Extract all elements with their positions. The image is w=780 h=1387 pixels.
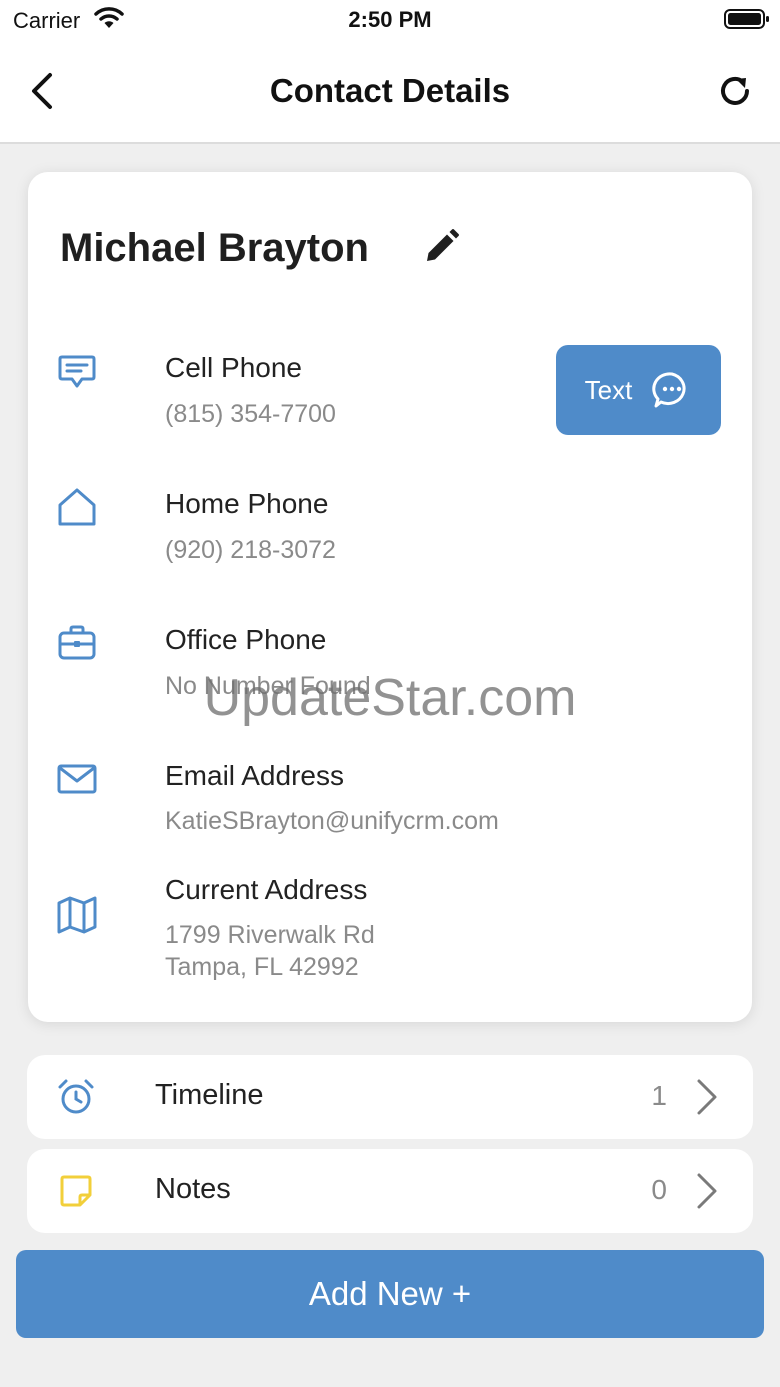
refresh-icon[interactable] — [716, 72, 754, 110]
timeline-row[interactable]: Timeline 1 — [27, 1055, 753, 1139]
home-icon — [58, 488, 96, 526]
sticky-note-icon — [60, 1175, 92, 1207]
notes-label: Notes — [155, 1173, 231, 1205]
home-phone-label: Home Phone — [165, 488, 329, 519]
email-value: KatieSBrayton@unifycrm.com — [165, 807, 499, 835]
address-line-2: Tampa, FL 42992 — [165, 953, 359, 981]
pencil-edit-icon[interactable] — [422, 228, 460, 266]
email-label: Email Address — [165, 760, 344, 791]
cell-phone-value: (815) 354-7700 — [165, 400, 336, 428]
battery-icon — [724, 9, 769, 29]
office-phone-value: No Number Found — [165, 672, 371, 700]
notes-count: 0 — [651, 1174, 667, 1205]
timeline-count: 1 — [651, 1080, 667, 1111]
contact-name: Michael Brayton — [60, 226, 369, 270]
alarm-clock-icon — [58, 1079, 94, 1114]
chevron-right-icon — [697, 1079, 717, 1115]
text-button[interactable]: Text — [556, 345, 721, 435]
address-label: Current Address — [165, 874, 368, 905]
notes-row[interactable]: Notes 0 — [27, 1149, 753, 1233]
add-new-button[interactable]: Add New + — [16, 1250, 764, 1338]
address-line-1: 1799 Riverwalk Rd — [165, 921, 375, 949]
contact-card: Michael Brayton Cell Phone (815) 354-770… — [28, 172, 752, 1022]
mail-icon — [57, 764, 97, 794]
status-time: 2:50 PM — [348, 7, 432, 32]
status-bar: Carrier 2:50 PM — [0, 0, 780, 44]
page-title: Contact Details — [269, 72, 511, 109]
chevron-right-icon — [697, 1173, 717, 1209]
message-icon — [58, 355, 96, 388]
home-phone-value: (920) 218-3072 — [165, 536, 336, 564]
cell-phone-label: Cell Phone — [165, 352, 302, 383]
chat-bubble-icon — [652, 372, 686, 408]
timeline-label: Timeline — [155, 1079, 264, 1111]
text-button-label: Text — [584, 374, 633, 405]
navigation-bar: Contact Details — [0, 44, 780, 144]
briefcase-icon — [58, 625, 96, 660]
office-phone-label: Office Phone — [165, 624, 327, 655]
map-icon — [57, 896, 97, 934]
